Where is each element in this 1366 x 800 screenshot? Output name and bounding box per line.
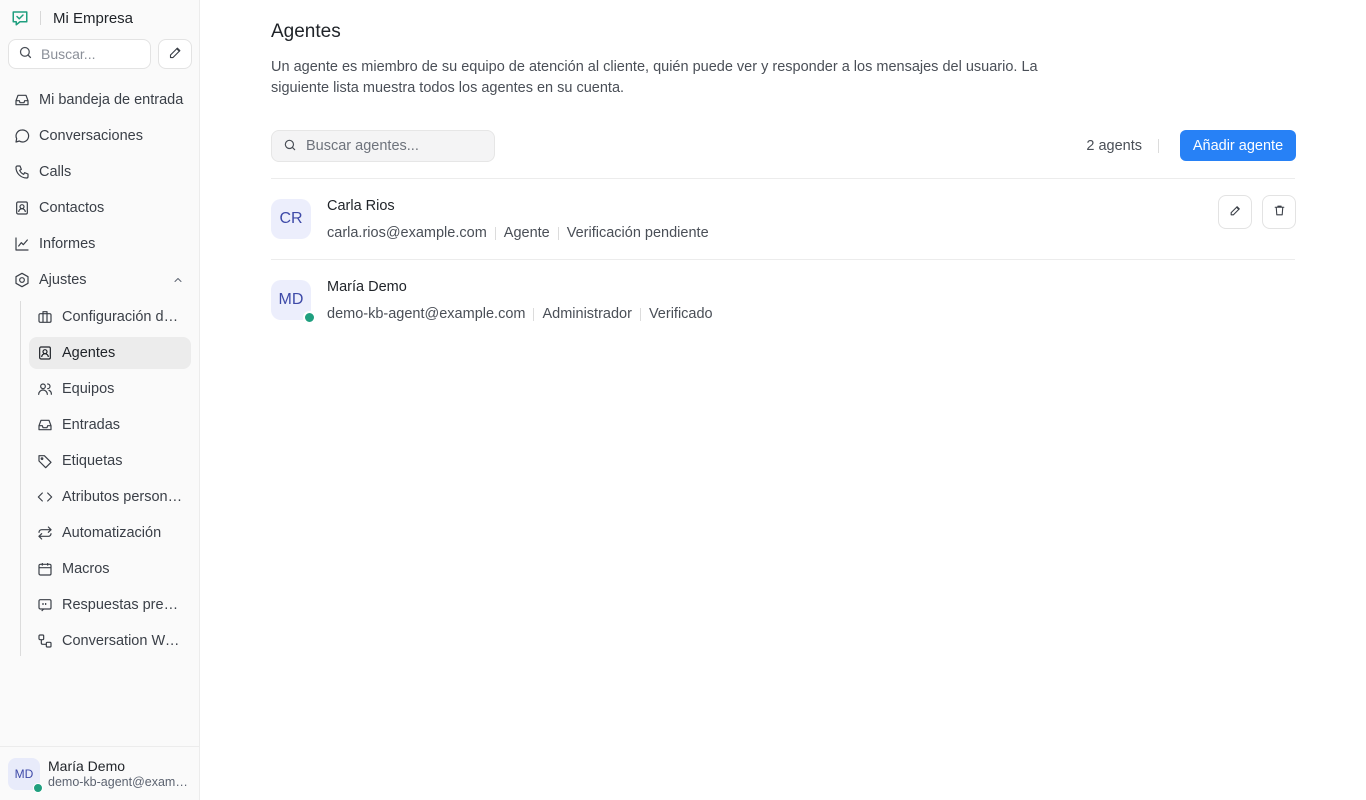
nav-item-label: Informes [39,236,96,252]
sidebar-item-labels[interactable]: Etiquetas [29,445,191,477]
nav-item-contacts[interactable]: Contactos [6,192,192,224]
sidebar-item-macros[interactable]: Macros [29,553,191,585]
agent-search-input[interactable] [306,138,486,154]
sidebar-item-account-settings[interactable]: Configuración de la cuenta [29,301,191,333]
sidebar-search-input[interactable] [41,46,141,62]
inbox-icon [37,417,53,433]
settings-subnav: Configuración de la cuenta Agentes Equip… [20,301,191,656]
brand: Mi Empresa [10,8,133,28]
nav-item-reports[interactable]: Informes [6,228,192,260]
agent-name: María Demo [327,279,407,295]
sidebar-item-label: Entradas [62,417,121,433]
users-icon [37,381,53,397]
agents-toolbar: 2 agents Añadir agente [271,130,1296,162]
pencil-icon [1229,204,1242,220]
sidebar-item-inboxes[interactable]: Entradas [29,409,191,441]
compose-button[interactable] [158,39,192,69]
agent-meta: demo-kb-agent@example.com Administrador … [327,306,713,322]
agent-status: Verificado [648,306,713,322]
sidebar-item-label: Configuración de la cuenta [62,309,184,325]
user-email: demo-kb-agent@example.com [48,774,191,789]
avatar-initials: MD [14,766,34,781]
user-square-icon [37,345,53,361]
agent-role: Agente [503,225,550,241]
code-icon [37,489,53,505]
edit-agent-button[interactable] [1218,195,1252,229]
delete-agent-button[interactable] [1262,195,1296,229]
sidebar-item-custom-attributes[interactable]: Atributos personalizados [29,481,191,513]
chevron-up-icon [172,274,184,286]
nav-item-settings[interactable]: Ajustes [6,264,192,296]
agent-email: carla.rios@example.com [327,225,487,241]
account-name[interactable]: Mi Empresa [53,10,133,27]
sidebar-item-label: Etiquetas [62,453,123,469]
nav-item-label: Conversaciones [39,128,143,144]
arrows-swap-icon [37,525,53,541]
nav-item-label: Ajustes [39,272,87,288]
sidebar-item-label: Agentes [62,345,116,361]
user-profile-menu[interactable]: MD María Demo demo-kb-agent@example.com [0,746,199,800]
trash-icon [1273,204,1286,220]
search-icon [18,45,33,63]
nav-item-label: Mi bandeja de entrada [39,92,184,108]
avatar-initials: CR [279,210,303,227]
main-nav: Mi bandeja de entrada Conversaciones Cal… [6,84,192,300]
briefcase-icon [37,309,53,325]
chat-bubble-icon [14,128,30,144]
nav-item-calls[interactable]: Calls [6,156,192,188]
avatar: MD [271,280,316,324]
sidebar-item-label: Equipos [62,381,115,397]
sidebar-item-label: Macros [62,561,110,577]
online-status-dot [33,782,43,793]
sidebar-item-agents[interactable]: Agentes [29,337,191,369]
pencil-icon [168,45,183,63]
sidebar-item-label: Respuestas predefinidas [62,597,184,613]
sidebar-item-canned-responses[interactable]: Respuestas predefinidas [29,589,191,621]
calendar-icon [37,561,53,577]
add-agent-button[interactable]: Añadir agente [1180,130,1296,161]
sidebar-item-label: Automatización [62,525,162,541]
sidebar: Mi Empresa Mi bandeja de entrada Convers… [0,0,200,800]
agent-name: Carla Rios [327,198,395,214]
contact-card-icon [14,200,30,216]
agents-list: CR Carla Rios carla.rios@example.com Age… [271,178,1296,340]
chatwoot-logo-icon [10,8,30,28]
sidebar-search[interactable] [8,39,151,69]
inbox-icon [14,92,30,108]
page-title: Agentes [271,21,341,42]
sidebar-item-label: Conversation Workflows [62,633,184,649]
agent-count: 2 agents [1086,138,1142,154]
online-status-dot [303,311,316,324]
page-description: Un agente es miembro de su equipo de ate… [271,59,1038,96]
nav-item-inbox[interactable]: Mi bandeja de entrada [6,84,192,116]
agent-role: Administrador [542,306,632,322]
nav-item-label: Calls [39,164,72,180]
agent-email: demo-kb-agent@example.com [327,306,526,322]
agent-meta: carla.rios@example.com Agente Verificaci… [327,225,709,241]
sidebar-item-teams[interactable]: Equipos [29,373,191,405]
agent-row: CR Carla Rios carla.rios@example.com Age… [271,178,1296,259]
sidebar-item-automation[interactable]: Automatización [29,517,191,549]
avatar: CR [271,199,311,239]
search-icon [283,138,297,155]
phone-icon [14,164,30,180]
sidebar-item-conversation-workflows[interactable]: Conversation Workflows [29,625,191,657]
user-name: María Demo [48,757,126,774]
avatar-initials: MD [278,291,304,308]
settings-hexagon-icon [14,272,30,288]
agent-status: Verificación pendiente [566,225,709,241]
nav-item-conversations[interactable]: Conversaciones [6,120,192,152]
quote-message-icon [37,597,53,613]
sidebar-item-label: Atributos personalizados [62,489,184,505]
nav-item-label: Contactos [39,200,105,216]
agent-row: MD María Demo demo-kb-agent@example.com … [271,259,1295,340]
avatar: MD [8,757,43,793]
chart-line-icon [14,236,30,252]
agent-search[interactable] [271,130,495,162]
tag-icon [37,453,53,469]
workflow-icon [37,633,53,649]
